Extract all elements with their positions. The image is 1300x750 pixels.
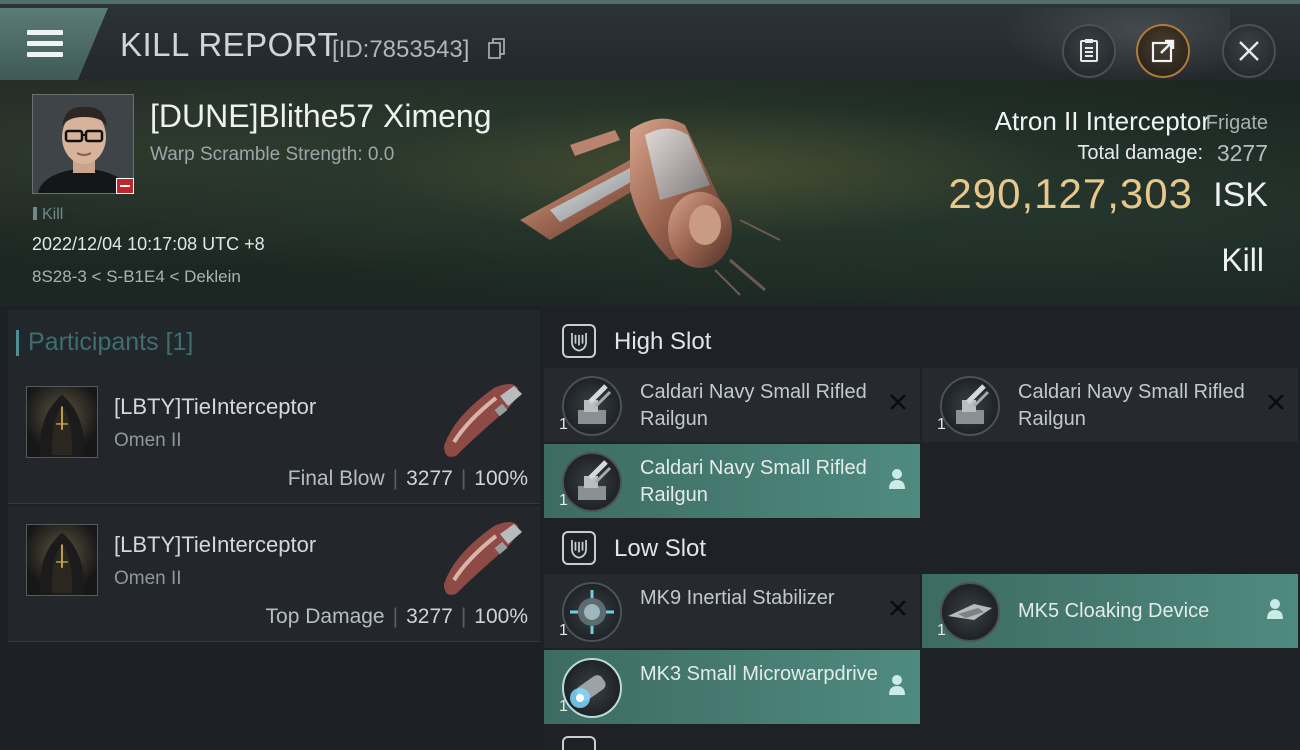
module-name: Caldari Navy Small Rifled Railgun	[640, 381, 867, 430]
warp-scramble-strength: Warp Scramble Strength: 0.0	[150, 144, 395, 165]
destroyed-icon	[890, 600, 906, 616]
low-slot-icon	[562, 531, 596, 565]
module-quantity: 1	[937, 622, 946, 639]
participants-header: Participants [1]	[8, 310, 540, 370]
hooded-portrait-image	[40, 394, 84, 457]
participant-name[interactable]: [LBTY]TieInterceptor	[114, 532, 316, 558]
destroyed-icon	[890, 394, 906, 410]
participant-percent: 100%	[474, 605, 528, 628]
module-name: MK5 Cloaking Device	[1018, 600, 1210, 622]
railgun-icon	[956, 384, 990, 424]
dropped-person-icon	[889, 675, 905, 695]
cloaking-device-icon	[948, 604, 992, 620]
module-item[interactable]: 1 MK3 Small Microwarpdrive	[544, 650, 920, 724]
fitting-panel: High Slot 1 Caldari Navy Small Rifled Ra…	[542, 306, 1300, 750]
railgun-icon	[578, 384, 612, 424]
hamburger-menu-icon[interactable]	[27, 30, 63, 60]
kill-timestamp: 2022/12/04 10:17:08 UTC +8	[32, 234, 265, 254]
clipboard-icon	[1080, 39, 1098, 62]
participant-row[interactable]: [LBTY]TieInterceptor Omen II Top Damage |…	[8, 506, 540, 642]
participant-damage: 3277	[406, 605, 453, 628]
participant-damage: 3277	[406, 467, 453, 490]
module-name: Caldari Navy Small Rifled Railgun	[1018, 381, 1245, 430]
copy-id-icon[interactable]	[488, 38, 506, 60]
close-button[interactable]	[1222, 24, 1276, 78]
victim-name[interactable]: [DUNE]Blithe57 Ximeng	[150, 98, 491, 135]
close-icon	[1239, 41, 1259, 61]
participant-ship-image[interactable]	[434, 376, 526, 462]
dropped-person-icon	[1267, 599, 1283, 619]
participant-ship: Omen II	[114, 568, 182, 589]
module-item[interactable]: 1 Caldari Navy Small Rifled Railgun	[544, 368, 920, 442]
module-item[interactable]: 1 Caldari Navy Small Rifled Railgun	[922, 368, 1298, 442]
module-quantity: 1	[937, 416, 946, 433]
participant-role: Final Blow	[287, 467, 385, 490]
railgun-icon	[578, 460, 612, 500]
participant-name[interactable]: [LBTY]TieInterceptor	[114, 394, 316, 420]
high-slot-label: High Slot	[614, 328, 712, 355]
module-quantity: 1	[559, 622, 568, 639]
microwarpdrive-icon	[570, 675, 606, 708]
victim-banner: [DUNE]Blithe57 Ximeng Warp Scramble Stre…	[0, 80, 1300, 306]
module-item[interactable]: 1 MK9 Inertial Stabilizer	[544, 574, 920, 648]
page-title: KILL REPORT	[120, 26, 339, 63]
kill-location[interactable]: 8S28-3 < S-B1E4 < Deklein	[32, 267, 241, 287]
participant-ship: Omen II	[114, 430, 182, 451]
menu-button[interactable]	[0, 8, 108, 80]
hooded-portrait-image	[40, 532, 84, 595]
module-name: MK9 Inertial Stabilizer	[640, 587, 835, 609]
module-quantity: 1	[559, 416, 568, 433]
module-name: Caldari Navy Small Rifled Railgun	[640, 457, 867, 506]
module-item[interactable]: 1 Caldari Navy Small Rifled Railgun	[544, 444, 920, 518]
participants-panel: Participants [1] [LBTY]TieInterceptor Om…	[0, 306, 542, 750]
isk-unit: ISK	[1213, 176, 1268, 214]
high-slot-icon	[562, 324, 596, 358]
next-slot-icon	[562, 736, 596, 750]
module-quantity: 1	[559, 698, 568, 715]
participant-avatar[interactable]	[26, 386, 98, 458]
kill-result: Kill	[1221, 242, 1264, 278]
share-icon	[1151, 39, 1175, 63]
share-button[interactable]	[1136, 24, 1190, 78]
low-slot-label: Low Slot	[614, 535, 707, 562]
participant-percent: 100%	[474, 467, 528, 490]
isk-value: 290,127,303	[948, 170, 1193, 217]
participant-stats: Final Blow | 3277 | 100%	[287, 467, 528, 490]
victim-ship-class: Frigate	[1205, 112, 1268, 134]
participant-stats: Top Damage | 3277 | 100%	[265, 605, 528, 628]
victim-ship-image[interactable]	[510, 90, 790, 300]
total-damage-label: Total damage:	[1077, 142, 1203, 164]
report-id: [ID:7853543]	[332, 36, 470, 63]
destroyed-icon	[1268, 394, 1284, 410]
remove-badge-icon	[116, 178, 134, 194]
participant-ship-image[interactable]	[434, 514, 526, 600]
module-name: MK3 Small Microwarpdrive	[640, 663, 878, 685]
inertial-stabilizer-icon	[570, 590, 614, 634]
participants-title: Participants [1]	[15, 328, 194, 356]
kill-tag: Kill	[33, 206, 63, 224]
kill-report-header: KILL REPORT [ID:7853543]	[0, 0, 1300, 84]
clipboard-button[interactable]	[1062, 24, 1116, 78]
high-slot-header: High Slot	[542, 310, 1300, 372]
participant-avatar[interactable]	[26, 524, 98, 596]
victim-ship-name[interactable]: Atron II Interceptor	[995, 106, 1210, 137]
participant-row[interactable]: [LBTY]TieInterceptor Omen II Final Blow |…	[8, 368, 540, 504]
dropped-person-icon	[889, 469, 905, 489]
module-item[interactable]: 1 MK5 Cloaking Device	[922, 574, 1298, 648]
total-damage-value: 3277	[1216, 140, 1268, 166]
low-slot-header: Low Slot	[542, 517, 1300, 579]
module-quantity: 1	[559, 492, 568, 509]
participant-role: Top Damage	[265, 605, 385, 628]
